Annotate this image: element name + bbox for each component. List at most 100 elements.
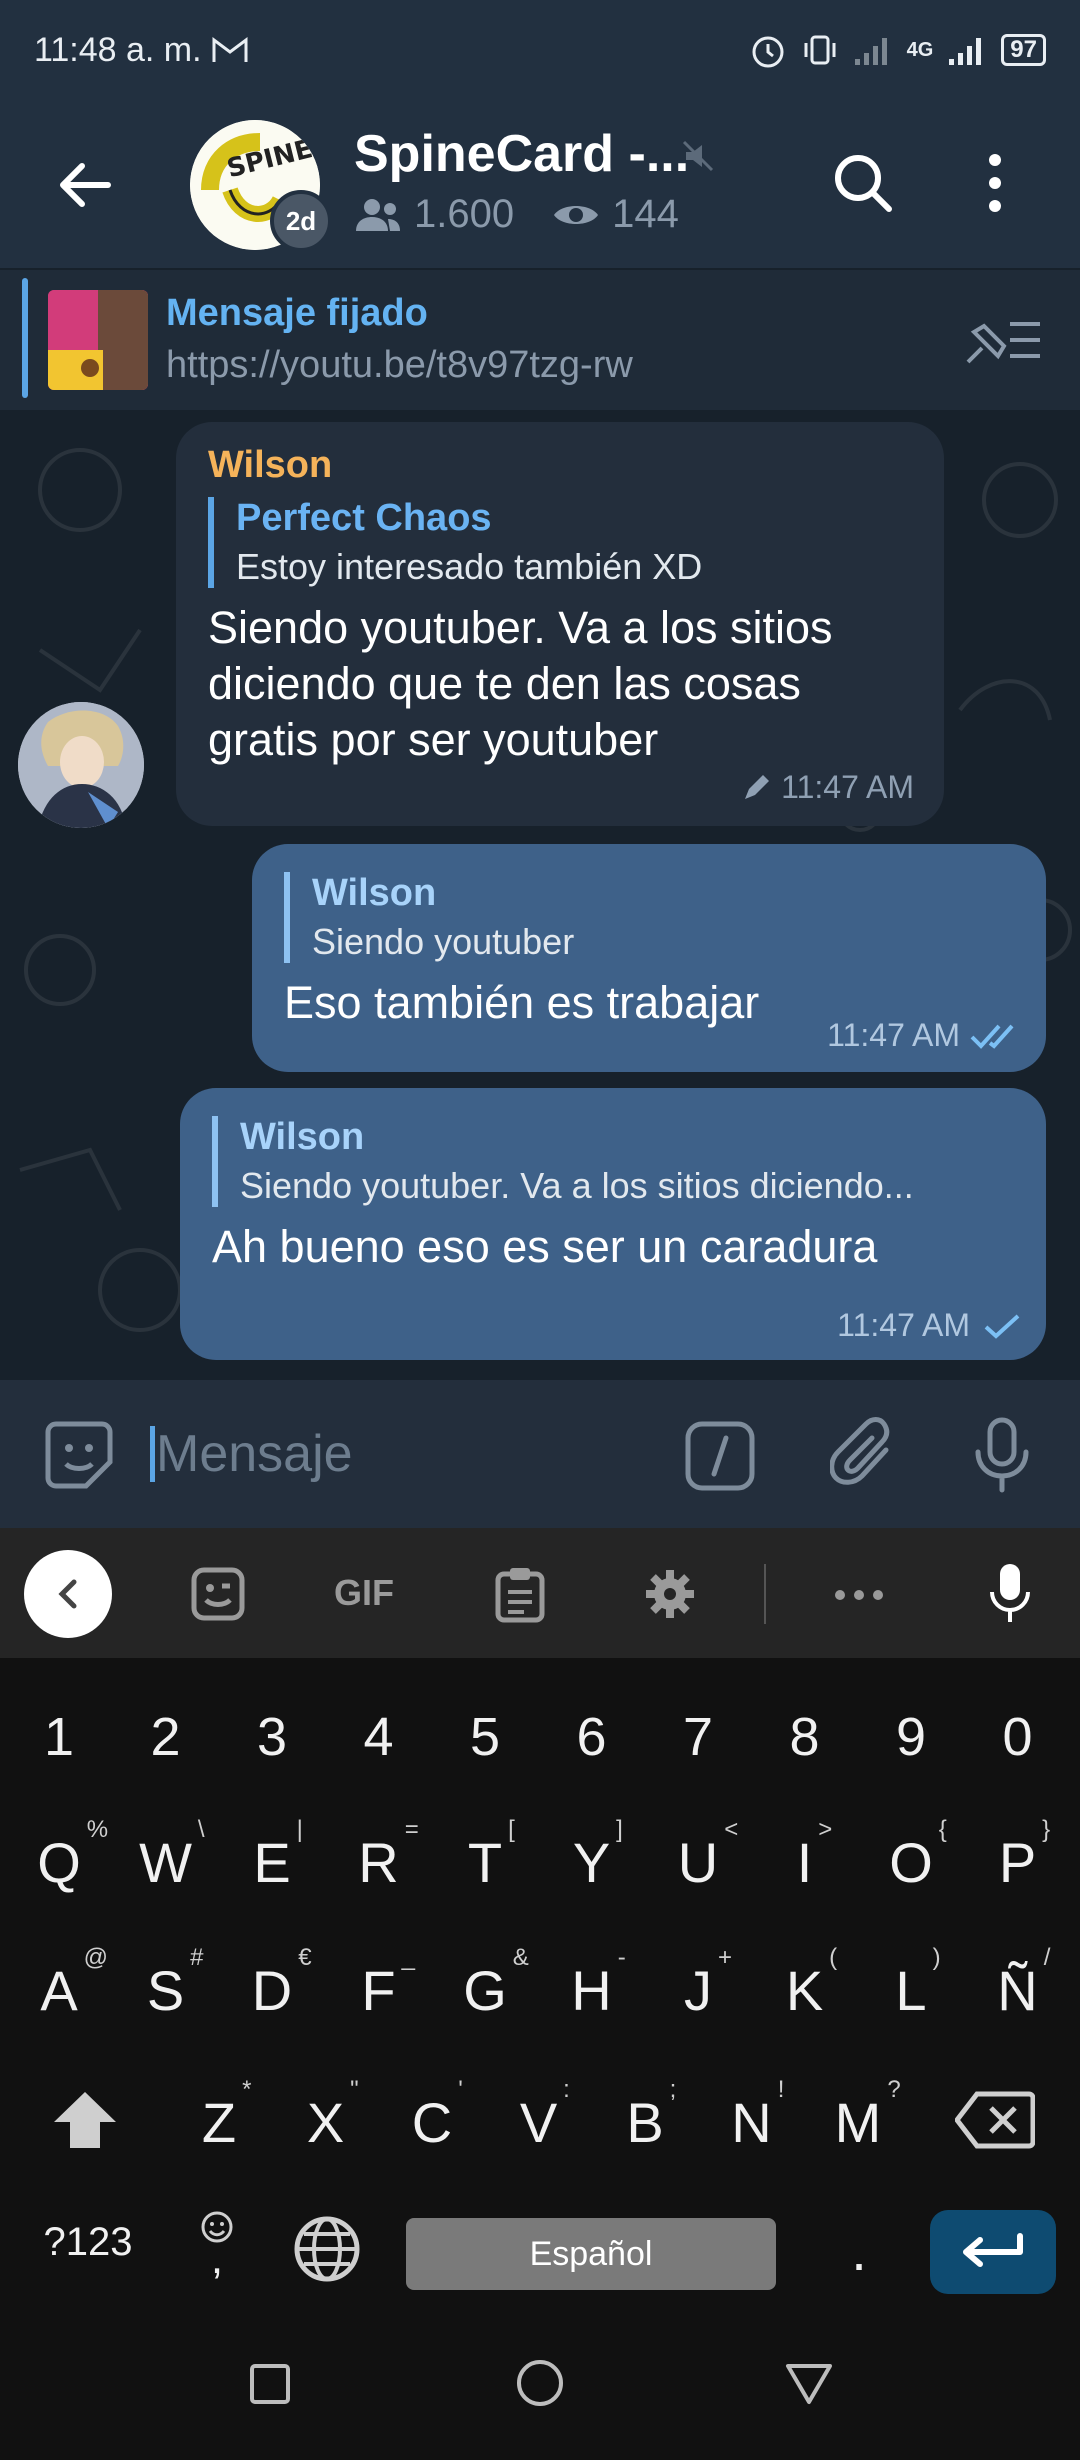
backspace-key[interactable] — [950, 2090, 1040, 2163]
message-input[interactable]: Mensaje — [156, 1424, 353, 1484]
key-label: W — [139, 1831, 192, 1894]
clipboard-button[interactable] — [494, 1566, 546, 1629]
reply-preview[interactable]: Wilson Siendo youtuber. Va a los sitios … — [212, 1116, 1014, 1207]
key-4[interactable]: 4 — [334, 1706, 424, 1768]
enter-key[interactable] — [930, 2210, 1056, 2294]
sticker-face-icon — [191, 1567, 245, 1621]
key-a[interactable]: A @ — [14, 1944, 108, 2023]
more-vertical-icon — [989, 154, 1001, 212]
keyboard-settings-button[interactable] — [642, 1566, 698, 1627]
key-z[interactable]: Z * — [174, 2076, 264, 2155]
key-n[interactable]: N! — [707, 2076, 797, 2155]
voice-message-button[interactable] — [972, 1416, 1032, 1499]
channel-title[interactable]: SpineCard -... — [354, 124, 689, 184]
key-x[interactable]: X " — [281, 2076, 371, 2155]
symbols-key[interactable]: ?123 — [28, 2220, 148, 2265]
shift-key[interactable] — [40, 2088, 130, 2165]
key-label: A — [40, 1959, 78, 2022]
bot-commands-button[interactable] — [684, 1420, 756, 1497]
key-w[interactable]: W \ — [121, 1816, 211, 1895]
key-q[interactable]: Q% — [14, 1816, 108, 1895]
message-bubble-outgoing[interactable]: Wilson Siendo youtuber. Va a los sitios … — [180, 1088, 1046, 1360]
key-label: N — [731, 2091, 772, 2154]
pinned-message-bar[interactable]: Mensaje fijado https://youtu.be/t8v97tzg… — [0, 268, 1080, 410]
pinned-list-button[interactable] — [960, 310, 1044, 375]
attach-button[interactable] — [829, 1416, 902, 1499]
search-button[interactable] — [830, 150, 896, 221]
key-3[interactable]: 3 — [227, 1706, 317, 1768]
key-secondary-label: ] — [616, 1816, 623, 1843]
voice-input-button[interactable] — [988, 1562, 1032, 1629]
pinned-link[interactable]: https://youtu.be/t8v97tzg-rw — [166, 344, 633, 387]
channel-stats: 1.600 144 — [354, 192, 679, 237]
key-secondary-label: { — [938, 1816, 947, 1843]
key-6[interactable]: 6 — [547, 1706, 637, 1768]
comma-key[interactable]: , — [172, 2210, 262, 2281]
message-meta: 11:47 AM — [827, 1017, 1024, 1054]
message-text: Ah bueno eso es ser un caradura — [212, 1221, 878, 1272]
key-5[interactable]: 5 — [440, 1706, 530, 1768]
key-o[interactable]: O{ — [866, 1816, 956, 1895]
key-e[interactable]: E | — [227, 1816, 317, 1895]
more-tools-button[interactable] — [834, 1588, 884, 1606]
key-m[interactable]: M? — [813, 2076, 903, 2155]
key-f[interactable]: F _ — [334, 1944, 424, 2023]
key-v[interactable]: V: — [494, 2076, 584, 2155]
backspace-icon — [953, 2091, 1036, 2149]
key-c[interactable]: C ' — [387, 2076, 477, 2155]
key-secondary-label: } — [1042, 1816, 1051, 1843]
message-bubble-incoming[interactable]: Wilson Perfect Chaos Estoy interesado ta… — [176, 422, 944, 826]
key-9[interactable]: 9 — [866, 1706, 956, 1768]
reply-text: Siendo youtuber. Va a los sitios diciend… — [240, 1165, 914, 1206]
key-b[interactable]: B; — [600, 2076, 690, 2155]
key-t[interactable]: T[ — [440, 1816, 530, 1895]
vibrate-icon — [804, 35, 836, 65]
key-k[interactable]: K( — [760, 1944, 850, 2023]
key-8[interactable]: 8 — [760, 1706, 850, 1768]
key-1[interactable]: 1 — [14, 1706, 104, 1768]
message-bubble-outgoing[interactable]: Wilson Siendo youtuber Eso también es tr… — [252, 844, 1046, 1072]
sticker-keyboard-button[interactable] — [190, 1566, 246, 1627]
key-p[interactable]: P} — [973, 1816, 1063, 1895]
keyboard-collapse-button[interactable] — [24, 1550, 112, 1638]
key-h[interactable]: H- — [547, 1944, 637, 2023]
emoji-button[interactable] — [44, 1420, 114, 1495]
reply-author: Wilson — [312, 872, 437, 914]
key-g[interactable]: G & — [440, 1944, 530, 2023]
key-r[interactable]: R = — [334, 1816, 424, 1895]
reply-preview[interactable]: Wilson Siendo youtuber — [284, 872, 1014, 963]
key-u[interactable]: U < — [653, 1816, 743, 1895]
gif-button[interactable]: GIF — [334, 1572, 394, 1614]
key-2[interactable]: 2 — [121, 1706, 211, 1768]
message-sender[interactable]: Wilson — [208, 444, 912, 487]
key-j[interactable]: J + — [653, 1944, 743, 2023]
period-key[interactable]: . — [814, 2218, 904, 2283]
key-secondary-label: ) — [932, 1944, 941, 1971]
key-l[interactable]: L) — [866, 1944, 956, 2023]
recents-button[interactable] — [248, 2362, 292, 2406]
key-secondary-label: ! — [777, 2076, 785, 2103]
key-i[interactable]: I > — [760, 1816, 850, 1895]
microphone-icon — [975, 1417, 1029, 1493]
key-0[interactable]: 0 — [973, 1706, 1063, 1768]
key-s[interactable]: S # — [121, 1944, 211, 2023]
key-label: H — [571, 1959, 612, 2022]
battery-indicator: 97 — [1001, 34, 1046, 66]
more-options-button[interactable] — [985, 150, 1005, 221]
key-y[interactable]: Y] — [547, 1816, 637, 1895]
back-nav-button[interactable] — [784, 2362, 834, 2406]
message-list[interactable]: Wilson Perfect Chaos Estoy interesado ta… — [0, 410, 1080, 1380]
home-button[interactable] — [515, 2358, 565, 2408]
sender-avatar[interactable] — [18, 702, 144, 828]
pinned-indicator — [22, 278, 28, 398]
space-key[interactable]: Español — [406, 2218, 776, 2290]
key-secondary-label: _ — [401, 1944, 415, 1971]
key-label: Ñ — [997, 1959, 1038, 2022]
language-key[interactable] — [282, 2214, 372, 2297]
message-time: 11:47 AM — [837, 1307, 970, 1343]
key-7[interactable]: 7 — [653, 1706, 743, 1768]
key-ñ[interactable]: Ñ / — [973, 1944, 1063, 2023]
reply-preview[interactable]: Perfect Chaos Estoy interesado también X… — [208, 497, 912, 588]
back-button[interactable] — [50, 150, 120, 220]
key-d[interactable]: D € — [227, 1944, 317, 2023]
